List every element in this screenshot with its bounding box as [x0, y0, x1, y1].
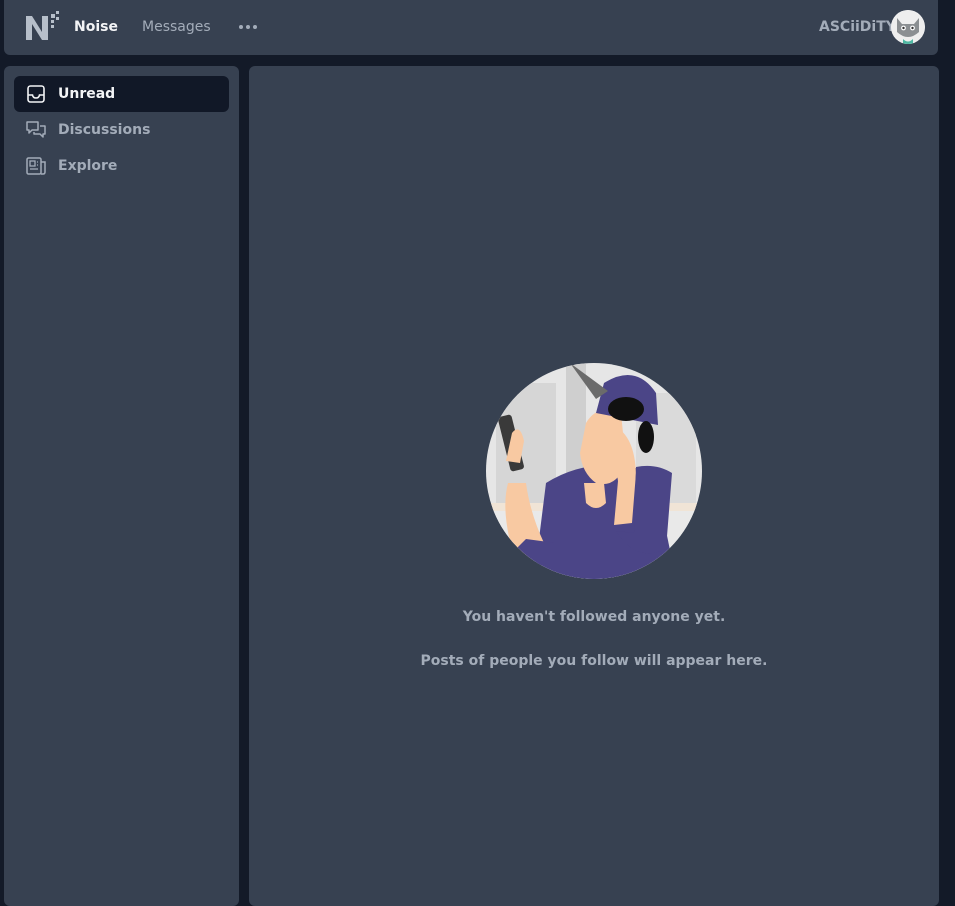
sidebar: Unread Discussions Explore: [4, 66, 239, 906]
empty-state-subtitle: Posts of people you follow will appear h…: [420, 653, 768, 669]
ellipsis-icon: [239, 25, 243, 29]
noise-logo-icon[interactable]: [24, 10, 64, 44]
nav-noise[interactable]: Noise: [74, 19, 118, 35]
sidebar-item-label: Unread: [58, 86, 116, 102]
nav-messages[interactable]: Messages: [142, 19, 211, 35]
cat-avatar-icon: [891, 10, 925, 44]
top-bar: Noise Messages ASCiiDiTY: [4, 0, 938, 55]
sidebar-item-label: Explore: [58, 158, 118, 174]
person-on-phone-illustration: [486, 363, 702, 579]
chat-bubbles-icon: [24, 118, 48, 142]
inbox-icon: [24, 82, 48, 106]
sidebar-item-explore[interactable]: Explore: [14, 148, 229, 184]
main-feed: You haven't followed anyone yet. Posts o…: [249, 66, 939, 906]
sidebar-item-unread[interactable]: Unread: [14, 76, 229, 112]
avatar[interactable]: [891, 10, 925, 44]
sidebar-item-label: Discussions: [58, 122, 151, 138]
sidebar-item-discussions[interactable]: Discussions: [14, 112, 229, 148]
empty-state-title: You haven't followed anyone yet.: [462, 609, 726, 625]
username[interactable]: ASCiiDiTY: [819, 19, 896, 35]
newspaper-icon: [24, 154, 48, 178]
more-button[interactable]: [234, 14, 262, 40]
